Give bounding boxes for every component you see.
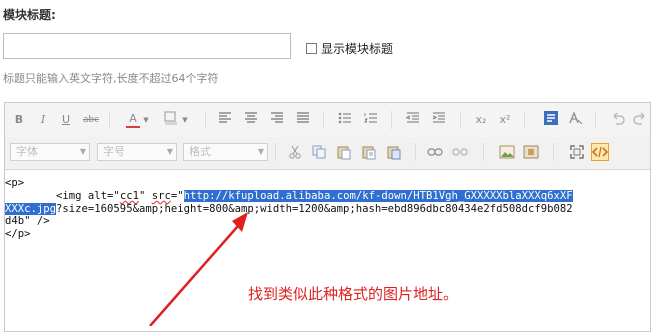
annotation-arrow xyxy=(149,212,248,326)
annotation-text: 找到类似此种格式的图片地址。 xyxy=(248,285,459,303)
